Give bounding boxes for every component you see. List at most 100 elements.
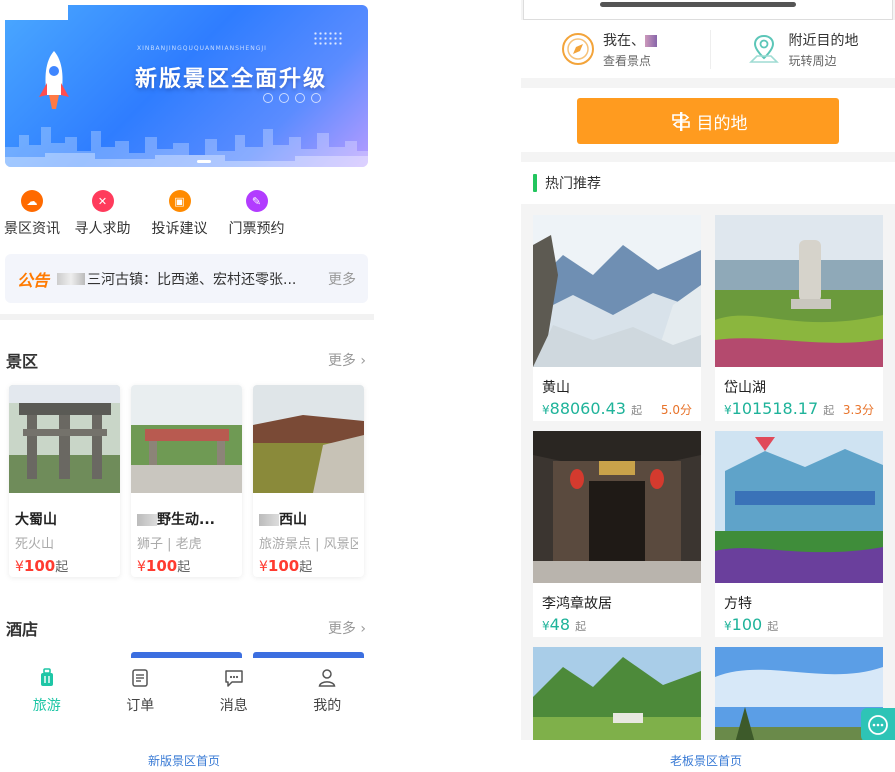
- hot-section-header: 热门推荐: [521, 162, 895, 204]
- scenic-name: 西山: [259, 509, 358, 529]
- banner-subtitle: XINBANJINGQUQUANMIANSHENGJI: [137, 45, 267, 52]
- scenic-more-link[interactable]: 更多 ›: [328, 350, 366, 370]
- tab-label: 订单: [126, 698, 155, 714]
- order-icon: [132, 669, 148, 687]
- quick-links: ☁ 景区资讯 ✕ 寻人求助 ▣ 投诉建议 ✎ 门票预约: [0, 190, 374, 238]
- section-title: 酒店: [6, 620, 39, 639]
- scenic-tags: 死火山: [15, 537, 55, 552]
- chat-icon: [868, 715, 888, 735]
- quick-link-label: 寻人求助: [74, 221, 131, 237]
- scenic-photo: [533, 215, 701, 367]
- hotel-card-edge: [253, 652, 364, 658]
- location-subtitle: 玩转周边: [788, 53, 837, 68]
- location-title: 附近目的地: [788, 32, 859, 49]
- search-bar-line: [600, 2, 796, 7]
- notice-tag: 公告: [17, 270, 50, 290]
- hot-price: ¥101518.17 起: [724, 399, 835, 418]
- scenic-photo: [715, 431, 883, 583]
- banner[interactable]: XINBANJINGQUQUANMIANSHENGJI 新版景区全面升级: [5, 5, 368, 167]
- section-divider: [0, 314, 374, 320]
- hot-card[interactable]: [533, 647, 701, 740]
- scenic-card-list: 大蜀山 死火山 ¥100起 野生动... 狮子 | 老虎 ¥100起 西山 旅游…: [9, 385, 364, 577]
- hotel-card-edge: [131, 652, 242, 658]
- bottom-tab-bar: 旅游 订单 消息 我的: [0, 662, 374, 736]
- signpost-icon: [671, 112, 690, 131]
- notice-bar[interactable]: 公告 三河古镇：比西递、宏村还零张... 更多: [5, 254, 368, 303]
- tab-orders[interactable]: 订单: [94, 662, 188, 736]
- scenic-photo: [715, 647, 883, 740]
- hot-card[interactable]: 黄山 ¥88060.43 起 5.0分: [533, 215, 701, 421]
- location-bar: 我在、 查看景点 附近目的地 玩转周边: [521, 20, 895, 78]
- top-search-box[interactable]: [523, 0, 893, 20]
- scenic-card[interactable]: 大蜀山 死火山 ¥100起: [9, 385, 120, 577]
- quick-link-help[interactable]: ✕ 寻人求助: [64, 190, 141, 238]
- hot-name: 岱山湖: [724, 380, 766, 396]
- info-icon: ☁: [21, 190, 43, 212]
- carousel-indicator[interactable]: [197, 160, 211, 163]
- scenic-name: 大蜀山: [15, 512, 57, 528]
- hot-card[interactable]: 方特 ¥100 起: [715, 431, 883, 637]
- banner-circle-decor: [263, 93, 321, 103]
- banner-dot-grid: [313, 31, 343, 47]
- redacted-text: [645, 34, 657, 47]
- section-accent-bar: [533, 174, 537, 192]
- luggage-icon: [40, 668, 53, 686]
- scenic-price: ¥100起: [259, 557, 313, 575]
- tab-me[interactable]: 我的: [281, 662, 375, 736]
- hot-price: ¥88060.43 起: [542, 399, 643, 418]
- destination-button[interactable]: 目的地: [577, 98, 839, 144]
- location-subtitle: 查看景点: [603, 53, 652, 68]
- compass-icon: [562, 33, 594, 65]
- map-pin-icon: [748, 34, 779, 63]
- hot-price: ¥100 起: [724, 615, 779, 634]
- hot-card[interactable]: 岱山湖 ¥101518.17 起 3.3分: [715, 215, 883, 421]
- hot-name: 黄山: [542, 380, 570, 396]
- right-caption: 老板景区首页: [670, 754, 743, 768]
- hot-card[interactable]: 李鸿章故居 ¥48 起: [533, 431, 701, 637]
- scenic-photo: [253, 385, 364, 493]
- scenic-name: 野生动...: [137, 509, 236, 529]
- scenic-card[interactable]: 野生动... 狮子 | 老虎 ¥100起: [131, 385, 242, 577]
- destination-button-label: 目的地: [696, 113, 748, 134]
- current-location-button[interactable]: 我在、 查看景点: [521, 30, 710, 69]
- notice-text: 三河古镇：比西递、宏村还零张...: [87, 271, 297, 288]
- notice-more-link[interactable]: 更多: [328, 269, 356, 289]
- quick-link-complaint[interactable]: ▣ 投诉建议: [141, 190, 218, 238]
- hot-price: ¥48 起: [542, 615, 587, 634]
- help-icon: ✕: [91, 190, 114, 212]
- hot-card-grid: 黄山 ¥88060.43 起 5.0分 岱山湖 ¥101518.17 起 3.3…: [533, 215, 884, 740]
- quick-link-info[interactable]: ☁ 景区资讯: [0, 190, 64, 238]
- tab-messages[interactable]: 消息: [187, 662, 281, 736]
- left-caption: 新版景区首页: [148, 754, 221, 768]
- scenic-photo: [715, 215, 883, 367]
- hot-name: 方特: [724, 596, 752, 612]
- ticket-icon: ✎: [245, 190, 268, 212]
- hot-name: 李鸿章故居: [542, 596, 612, 612]
- scenic-tags: 狮子 | 老虎: [137, 537, 202, 552]
- quick-link-ticket[interactable]: ✎ 门票预约: [218, 190, 295, 238]
- scenic-card[interactable]: 西山 旅游景点 | 风景区 ¥100起: [253, 385, 364, 577]
- nearby-destination-button[interactable]: 附近目的地 玩转周边: [709, 29, 895, 69]
- rocket-illustration: [39, 51, 69, 109]
- tab-label: 旅游: [32, 698, 61, 714]
- hot-card[interactable]: [715, 647, 883, 740]
- tab-travel[interactable]: 旅游: [0, 662, 94, 736]
- quick-link-label: 景区资讯: [4, 221, 60, 237]
- scenic-price: ¥100起: [137, 557, 191, 575]
- hotel-more-link[interactable]: 更多 ›: [328, 618, 366, 638]
- chat-float-button[interactable]: [861, 708, 895, 740]
- section-title: 热门推荐: [545, 176, 601, 192]
- hotel-section-header: 酒店 更多 ›: [6, 616, 366, 640]
- tab-label: 我的: [313, 698, 342, 714]
- quick-link-label: 门票预约: [228, 221, 285, 237]
- section-title: 景区: [6, 352, 39, 371]
- scenic-photo: [533, 431, 701, 583]
- redacted-text: [137, 514, 157, 526]
- old-scenic-home: 我在、 查看景点 附近目的地 玩转周边 目的地 热门推荐 黄山 ¥88060.4…: [521, 0, 895, 740]
- user-icon: [318, 669, 336, 687]
- tab-label: 消息: [219, 698, 248, 714]
- scenic-price: ¥100起: [15, 557, 69, 575]
- scenic-photo: [131, 385, 242, 493]
- quick-link-label: 投诉建议: [151, 221, 208, 237]
- banner-title: 新版景区全面升级: [135, 67, 328, 92]
